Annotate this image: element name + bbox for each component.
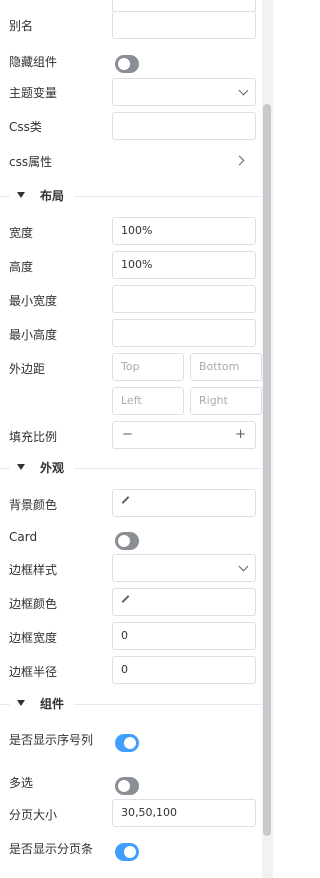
theme-variable-label: 主题变量: [9, 86, 58, 100]
divider: [0, 704, 10, 705]
border-radius-input[interactable]: 0: [112, 656, 256, 684]
height-label: 高度: [9, 260, 34, 274]
section-layout-title: 布局: [40, 189, 65, 203]
show-index-toggle[interactable]: [115, 734, 139, 752]
toggle-knob: [124, 737, 136, 749]
divider: [74, 468, 262, 469]
css-attribute-label: css属性: [9, 155, 53, 169]
divider: [0, 468, 10, 469]
chevron-down-icon: [238, 561, 249, 572]
alias-label: 别名: [9, 19, 34, 33]
border-width-label: 边框宽度: [9, 631, 58, 645]
min-width-input[interactable]: [112, 285, 256, 313]
border-radius-label: 边框半径: [9, 665, 58, 679]
toggle-knob: [118, 58, 130, 70]
theme-variable-select[interactable]: [112, 78, 256, 106]
margin-right-input[interactable]: Right: [190, 387, 262, 415]
margin-top-input[interactable]: Top: [112, 353, 184, 381]
section-component-title: 组件: [40, 697, 65, 711]
hide-component-toggle[interactable]: [115, 55, 139, 73]
page-size-label: 分页大小: [9, 808, 58, 822]
alias-input[interactable]: [112, 11, 256, 39]
brush-icon: [121, 595, 130, 603]
css-class-label: Css类: [9, 120, 42, 134]
show-pager-toggle[interactable]: [115, 843, 139, 861]
multi-select-label: 多选: [9, 776, 34, 790]
background-color-label: 背景颜色: [9, 498, 58, 512]
border-width-input[interactable]: 0: [112, 622, 256, 650]
min-height-input[interactable]: [112, 319, 256, 347]
collapse-triangle-icon: [17, 464, 25, 470]
border-color-picker[interactable]: [112, 588, 256, 616]
border-color-label: 边框颜色: [9, 597, 58, 611]
margin-bottom-input[interactable]: Bottom: [190, 353, 262, 381]
css-class-input[interactable]: [112, 112, 256, 140]
section-component-header[interactable]: 组件: [0, 694, 262, 714]
scrollbar-thumb[interactable]: [263, 104, 271, 836]
divider: [0, 196, 10, 197]
section-layout-header[interactable]: 布局: [0, 186, 262, 206]
section-appearance-header[interactable]: 外观: [0, 458, 262, 478]
show-pager-label: 是否显示分页条: [9, 842, 94, 856]
border-style-select[interactable]: [112, 554, 256, 582]
flex-ratio-label: 填充比例: [9, 430, 58, 444]
page-size-input[interactable]: 30,50,100: [112, 799, 256, 827]
chevron-right-icon[interactable]: [234, 155, 245, 166]
min-width-label: 最小宽度: [9, 294, 58, 308]
divider: [74, 196, 262, 197]
background-color-picker[interactable]: [112, 489, 256, 517]
margin-label: 外边距: [9, 362, 46, 376]
min-height-label: 最小高度: [9, 328, 58, 342]
collapse-triangle-icon: [17, 192, 25, 198]
width-input[interactable]: 100%: [112, 217, 256, 245]
collapse-triangle-icon: [17, 700, 25, 706]
card-label: Card: [9, 530, 38, 544]
plus-button[interactable]: +: [235, 422, 246, 448]
minus-button[interactable]: −: [122, 422, 133, 448]
flex-ratio-stepper[interactable]: − +: [112, 421, 256, 449]
width-label: 宽度: [9, 226, 34, 240]
chevron-down-icon: [238, 85, 249, 96]
height-input[interactable]: 100%: [112, 251, 256, 279]
toggle-knob: [118, 535, 130, 547]
brush-icon: [121, 496, 130, 504]
hide-component-label: 隐藏组件: [9, 55, 58, 69]
toggle-knob: [124, 846, 136, 858]
divider: [74, 704, 262, 705]
show-index-label: 是否显示序号列: [9, 733, 94, 747]
toggle-knob: [118, 780, 130, 792]
section-appearance-title: 外观: [40, 461, 65, 475]
margin-left-input[interactable]: Left: [112, 387, 184, 415]
multi-select-toggle[interactable]: [115, 777, 139, 795]
border-style-label: 边框样式: [9, 563, 58, 577]
property-panel: 别名 隐藏组件 主题变量 Css类 css属性 布局 宽度 100% 高度 10…: [0, 0, 273, 878]
card-toggle[interactable]: [115, 532, 139, 550]
